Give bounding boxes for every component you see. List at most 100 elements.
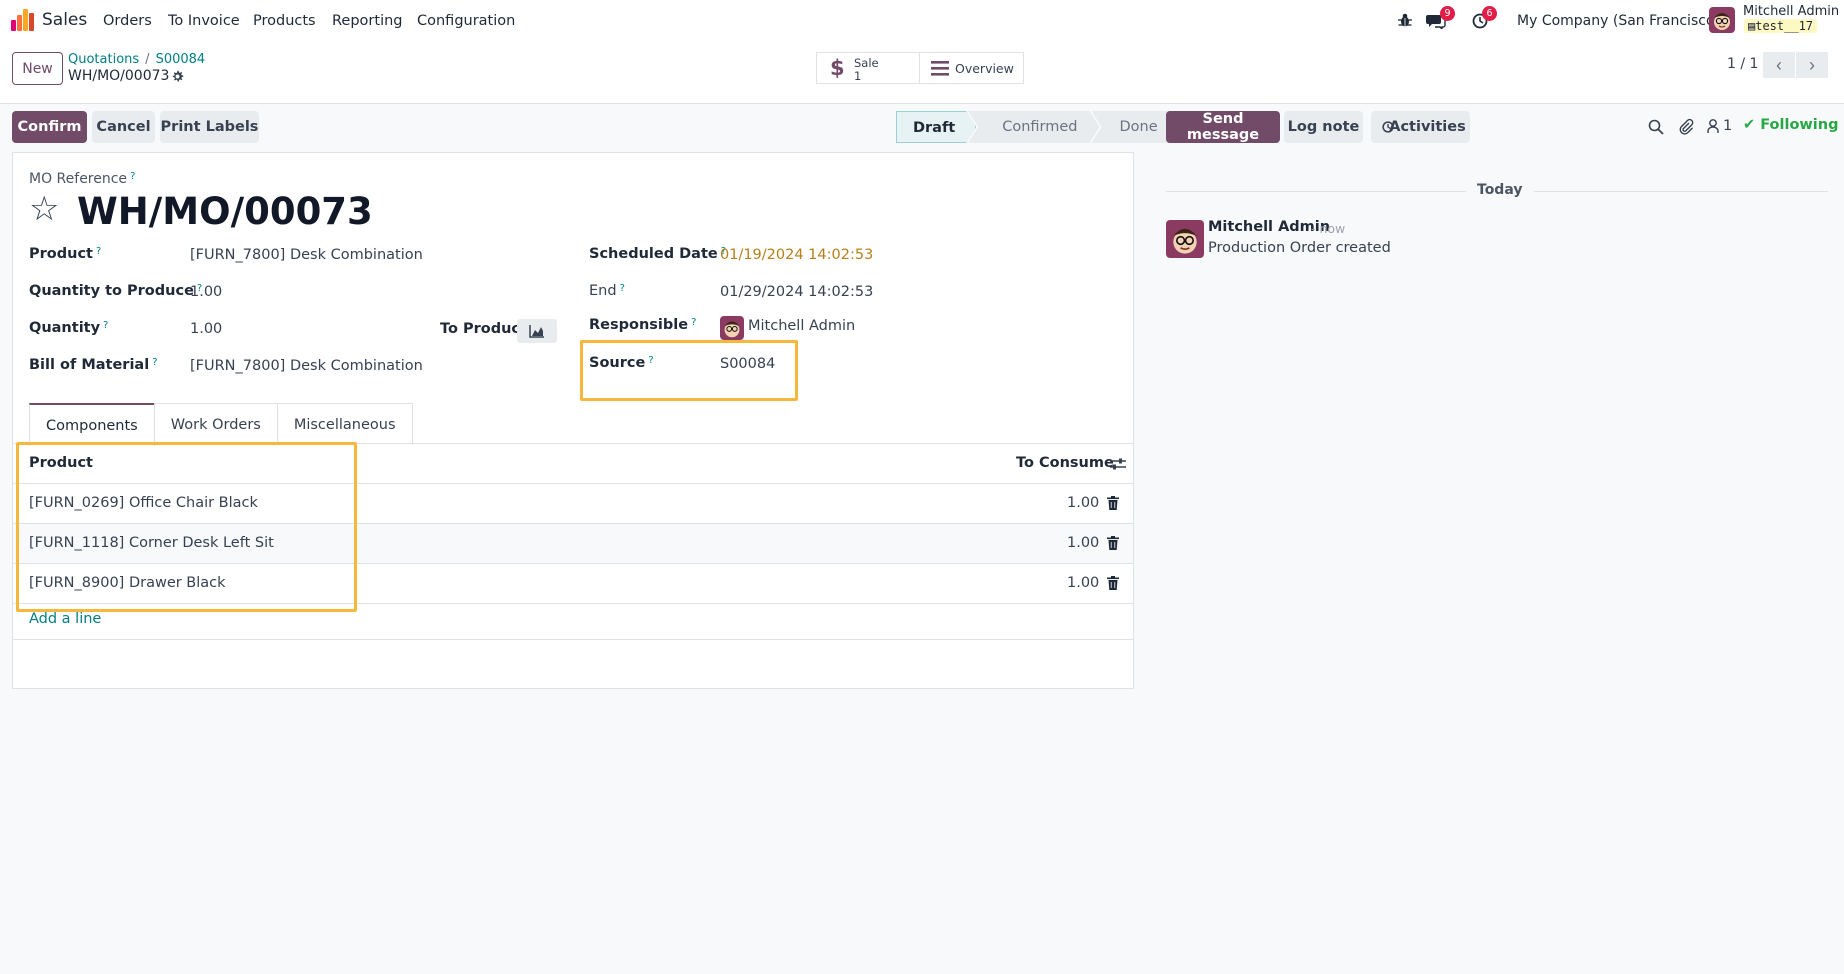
bom-field[interactable]: [FURN_7800] Desk Combination — [190, 358, 423, 374]
help-tooltip[interactable]: ? — [620, 283, 625, 294]
date-divider-right — [1534, 191, 1828, 192]
stage-confirmed[interactable]: Confirmed — [968, 111, 1099, 143]
tab-work-orders[interactable]: Work Orders — [153, 403, 278, 445]
clock-icon — [1382, 121, 1394, 133]
message-time: - now — [1311, 221, 1346, 236]
menu-reporting[interactable]: Reporting — [332, 13, 403, 29]
menu-to-invoice[interactable]: To Invoice — [168, 13, 240, 29]
print-labels-button[interactable]: Print Labels — [160, 111, 259, 143]
component-product[interactable]: [FURN_8900] Drawer Black — [29, 575, 226, 591]
date-divider-left — [1166, 191, 1466, 192]
breadcrumb-separator: / — [145, 52, 150, 67]
help-tooltip[interactable]: ? — [130, 171, 135, 182]
following-toggle[interactable]: ✔ Following — [1743, 117, 1838, 133]
bug-icon[interactable] — [1398, 13, 1412, 28]
bom-label: Bill of Material? — [29, 357, 158, 373]
activities-button[interactable]: 6 — [1472, 6, 1497, 29]
help-tooltip[interactable]: ? — [152, 357, 157, 368]
source-label: Source? — [589, 355, 654, 371]
product-label: Product? — [29, 246, 102, 262]
mo-reference: WH/MO/00073 — [77, 190, 373, 233]
menu-configuration[interactable]: Configuration — [417, 13, 515, 29]
quantity-field[interactable]: 1.00 — [190, 321, 222, 337]
source-field[interactable]: S00084 — [720, 356, 775, 372]
pager-previous[interactable]: ‹ — [1763, 52, 1795, 78]
stage-draft[interactable]: Draft — [896, 111, 976, 143]
chevron-right-icon: › — [1809, 55, 1815, 75]
responsible-label: Responsible? — [589, 317, 697, 333]
mo-reference-label: MO Reference? — [29, 171, 136, 187]
component-qty[interactable]: 1.00 — [1067, 495, 1099, 511]
app-logo-icon[interactable] — [11, 9, 35, 31]
cancel-button[interactable]: Cancel — [92, 111, 155, 143]
menu-orders[interactable]: Orders — [103, 13, 152, 29]
message-body: Production Order created — [1208, 240, 1391, 256]
overview-label: Overview — [955, 61, 1014, 76]
messages-badge: 9 — [1440, 6, 1455, 21]
help-tooltip[interactable]: ? — [96, 246, 101, 257]
product-field[interactable]: [FURN_7800] Desk Combination — [190, 247, 423, 263]
breadcrumb-sale-order[interactable]: S00084 — [156, 52, 206, 67]
table-header: Product To Consume — [13, 444, 1133, 484]
add-line-link[interactable]: Add a line — [29, 611, 101, 627]
menu-products[interactable]: Products — [253, 13, 316, 29]
help-tooltip[interactable]: ? — [103, 320, 108, 331]
help-tooltip[interactable]: ? — [691, 317, 696, 328]
pager-next[interactable]: › — [1796, 52, 1828, 78]
search-icon[interactable] — [1648, 119, 1664, 135]
paperclip-icon[interactable] — [1678, 118, 1694, 135]
star-icon[interactable]: ☆ — [29, 189, 59, 229]
table-footer-divider — [13, 639, 1133, 640]
table-row[interactable]: [FURN_1118] Corner Desk Left Sit 1.00 — [13, 524, 1133, 564]
area-chart-icon — [529, 325, 544, 338]
qty-to-produce-field[interactable]: 1.00 — [190, 284, 222, 300]
user-icon — [1707, 119, 1719, 133]
dollar-icon: $ — [830, 56, 845, 80]
pager-value[interactable]: 1 / 1 — [1727, 56, 1758, 72]
scheduled-date-field[interactable]: 01/19/2024 14:02:53 — [720, 247, 873, 263]
sale-smart-button[interactable]: $ Sale 1 — [816, 52, 920, 84]
breadcrumb-current: WH/MO/00073 — [68, 68, 170, 84]
forecast-chart-button[interactable] — [517, 319, 557, 343]
trash-icon[interactable] — [1107, 496, 1119, 510]
column-settings-icon[interactable] — [1110, 457, 1126, 471]
breadcrumb-quotations[interactable]: Quotations — [68, 52, 139, 67]
component-product[interactable]: [FURN_0269] Office Chair Black — [29, 495, 258, 511]
table-row[interactable]: [FURN_0269] Office Chair Black 1.00 — [13, 484, 1133, 524]
trash-icon[interactable] — [1107, 536, 1119, 550]
end-field[interactable]: 01/29/2024 14:02:53 — [720, 284, 873, 300]
column-product[interactable]: Product — [29, 455, 93, 471]
activities-badge: 6 — [1482, 6, 1497, 21]
qty-to-produce-label: Quantity to Produce? — [29, 283, 203, 299]
new-button[interactable]: New — [12, 52, 63, 85]
database-name: ▤test__17 — [1744, 19, 1818, 33]
messages-button[interactable]: 9 — [1426, 6, 1455, 31]
status-bar: Draft Confirmed Done — [896, 111, 1176, 143]
table-row[interactable]: [FURN_8900] Drawer Black 1.00 — [13, 564, 1133, 604]
tab-components[interactable]: Components — [29, 403, 155, 446]
list-icon — [931, 61, 949, 76]
quantity-label: Quantity? — [29, 320, 109, 336]
overview-smart-button[interactable]: Overview — [919, 52, 1024, 84]
component-product[interactable]: [FURN_1118] Corner Desk Left Sit — [29, 535, 274, 551]
confirm-button[interactable]: Confirm — [12, 111, 87, 143]
component-qty[interactable]: 1.00 — [1067, 535, 1099, 551]
message-author-avatar[interactable] — [1166, 220, 1204, 258]
trash-icon[interactable] — [1107, 576, 1119, 590]
activities-button[interactable]: Activities — [1371, 111, 1470, 143]
gear-icon[interactable] — [171, 70, 184, 83]
user-avatar[interactable] — [1709, 7, 1735, 33]
send-message-button[interactable]: Send message — [1166, 111, 1280, 143]
tab-miscellaneous[interactable]: Miscellaneous — [276, 403, 413, 445]
company-switcher[interactable]: My Company (San Francisco) — [1517, 13, 1720, 29]
control-panel: New Quotations / S00084 WH/MO/00073 $ Sale… — [0, 42, 1844, 104]
column-to-consume[interactable]: To Consume — [1016, 455, 1114, 471]
component-qty[interactable]: 1.00 — [1067, 575, 1099, 591]
app-name[interactable]: Sales — [42, 10, 87, 30]
help-tooltip[interactable]: ? — [648, 355, 653, 366]
log-note-button[interactable]: Log note — [1284, 111, 1363, 143]
stage-done[interactable]: Done — [1091, 111, 1176, 143]
user-name[interactable]: Mitchell Admin — [1743, 4, 1839, 19]
responsible-field[interactable]: Mitchell Admin — [748, 318, 855, 334]
top-navbar: Sales Orders To Invoice Products Reporti… — [0, 0, 1844, 42]
